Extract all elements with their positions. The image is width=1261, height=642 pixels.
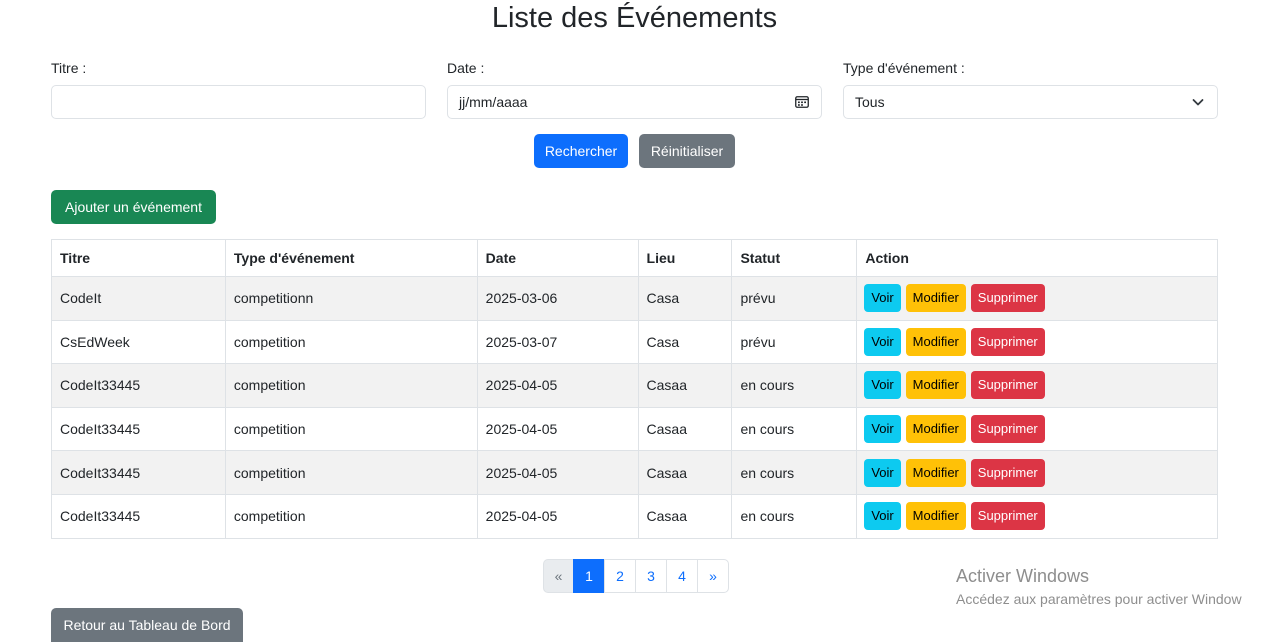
calendar-icon[interactable]	[795, 95, 809, 108]
cell-lieu: Casaa	[637, 406, 733, 452]
search-button[interactable]: Rechercher	[534, 134, 628, 168]
cell-lieu: Casaa	[637, 363, 733, 408]
pagination-next[interactable]: »	[697, 559, 729, 593]
pagination-page-2[interactable]: 2	[604, 559, 636, 593]
cell-statut: en cours	[731, 450, 858, 495]
view-button[interactable]: Voir	[864, 502, 901, 531]
events-table: Titre Type d'événement Date Lieu Statut …	[51, 239, 1218, 539]
column-header-lieu: Lieu	[637, 239, 733, 277]
delete-button[interactable]: Supprimer	[970, 284, 1045, 313]
windows-activation-subtitle: Accédez aux paramètres pour activer Wind…	[956, 591, 1242, 607]
cell-action: Voir Modifier Supprimer	[856, 450, 1218, 495]
pagination-page-1[interactable]: 1	[573, 559, 605, 593]
view-button[interactable]: Voir	[864, 415, 901, 444]
cell-type: competition	[224, 450, 478, 495]
column-header-titre: Titre	[51, 239, 226, 277]
cell-action: Voir Modifier Supprimer	[856, 363, 1218, 408]
edit-button[interactable]: Modifier	[905, 327, 966, 356]
cell-statut: en cours	[731, 493, 858, 539]
cell-titre: CodeIt33445	[51, 363, 226, 408]
pagination-prev[interactable]: «	[543, 559, 574, 593]
delete-button[interactable]: Supprimer	[970, 327, 1045, 356]
type-filter-selected: Tous	[855, 94, 885, 110]
cell-action: Voir Modifier Supprimer	[856, 406, 1218, 452]
cell-date: 2025-04-05	[476, 493, 639, 539]
cell-statut: en cours	[731, 406, 858, 452]
cell-statut: prévu	[731, 276, 858, 321]
table-row: CodeIt33445 competition 2025-04-05 Casaa…	[51, 363, 1218, 408]
windows-activation-title: Activer Windows	[956, 566, 1090, 586]
edit-button[interactable]: Modifier	[905, 371, 966, 400]
column-header-type: Type d'événement	[224, 239, 478, 277]
pagination-page-4[interactable]: 4	[666, 559, 698, 593]
cell-action: Voir Modifier Supprimer	[856, 276, 1218, 321]
edit-button[interactable]: Modifier	[905, 502, 966, 531]
edit-button[interactable]: Modifier	[905, 284, 966, 313]
cell-action: Voir Modifier Supprimer	[856, 319, 1218, 365]
pagination: « 1 2 3 4 »	[543, 559, 729, 593]
cell-date: 2025-04-05	[476, 406, 639, 452]
table-row: CodeIt33445 competition 2025-04-05 Casaa…	[51, 406, 1218, 452]
cell-lieu: Casa	[637, 319, 733, 365]
type-filter-label: Type d'événement :	[843, 60, 965, 76]
pagination-page-3[interactable]: 3	[635, 559, 667, 593]
cell-date: 2025-03-06	[476, 276, 639, 321]
cell-titre: CodeIt	[51, 276, 226, 321]
delete-button[interactable]: Supprimer	[970, 458, 1045, 487]
view-button[interactable]: Voir	[864, 458, 901, 487]
cell-type: competition	[224, 406, 478, 452]
cell-statut: prévu	[731, 319, 858, 365]
cell-lieu: Casaa	[637, 450, 733, 495]
type-filter-select[interactable]: Tous	[843, 85, 1218, 119]
table-row: CodeIt33445 competition 2025-04-05 Casaa…	[51, 450, 1218, 495]
cell-titre: CodeIt33445	[51, 450, 226, 495]
add-event-button[interactable]: Ajouter un événement	[51, 190, 216, 224]
cell-action: Voir Modifier Supprimer	[856, 493, 1218, 539]
view-button[interactable]: Voir	[864, 327, 901, 356]
date-filter-placeholder: jj/mm/aaaa	[459, 94, 528, 110]
cell-type: competition	[224, 493, 478, 539]
cell-type: competition	[224, 319, 478, 365]
table-row: CodeIt33445 competition 2025-04-05 Casaa…	[51, 493, 1218, 539]
cell-type: competitionn	[224, 276, 478, 321]
delete-button[interactable]: Supprimer	[970, 502, 1045, 531]
back-to-dashboard-button[interactable]: Retour au Tableau de Bord	[51, 608, 243, 642]
date-filter-label: Date :	[447, 60, 485, 76]
delete-button[interactable]: Supprimer	[970, 415, 1045, 444]
edit-button[interactable]: Modifier	[905, 458, 966, 487]
cell-lieu: Casaa	[637, 493, 733, 539]
table-header-row: Titre Type d'événement Date Lieu Statut …	[51, 239, 1218, 277]
cell-type: competition	[224, 363, 478, 408]
cell-titre: CodeIt33445	[51, 406, 226, 452]
chevron-down-icon	[1192, 99, 1204, 106]
column-header-statut: Statut	[731, 239, 858, 277]
cell-lieu: Casa	[637, 276, 733, 321]
cell-date: 2025-03-07	[476, 319, 639, 365]
delete-button[interactable]: Supprimer	[970, 371, 1045, 400]
view-button[interactable]: Voir	[864, 371, 901, 400]
page-title: Liste des Événements	[491, 2, 778, 34]
column-header-date: Date	[476, 239, 639, 277]
table-row: CsEdWeek competition 2025-03-07 Casa pré…	[51, 319, 1218, 365]
title-filter-label: Titre :	[51, 60, 87, 76]
edit-button[interactable]: Modifier	[905, 415, 966, 444]
title-filter-input[interactable]	[51, 85, 426, 119]
cell-date: 2025-04-05	[476, 363, 639, 408]
cell-titre: CodeIt33445	[51, 493, 226, 539]
view-button[interactable]: Voir	[864, 284, 901, 313]
date-filter-input[interactable]: jj/mm/aaaa	[447, 85, 822, 119]
table-row: CodeIt competitionn 2025-03-06 Casa prév…	[51, 276, 1218, 321]
column-header-action: Action	[856, 239, 1218, 277]
reset-button[interactable]: Réinitialiser	[639, 134, 735, 168]
cell-statut: en cours	[731, 363, 858, 408]
cell-date: 2025-04-05	[476, 450, 639, 495]
cell-titre: CsEdWeek	[51, 319, 226, 365]
